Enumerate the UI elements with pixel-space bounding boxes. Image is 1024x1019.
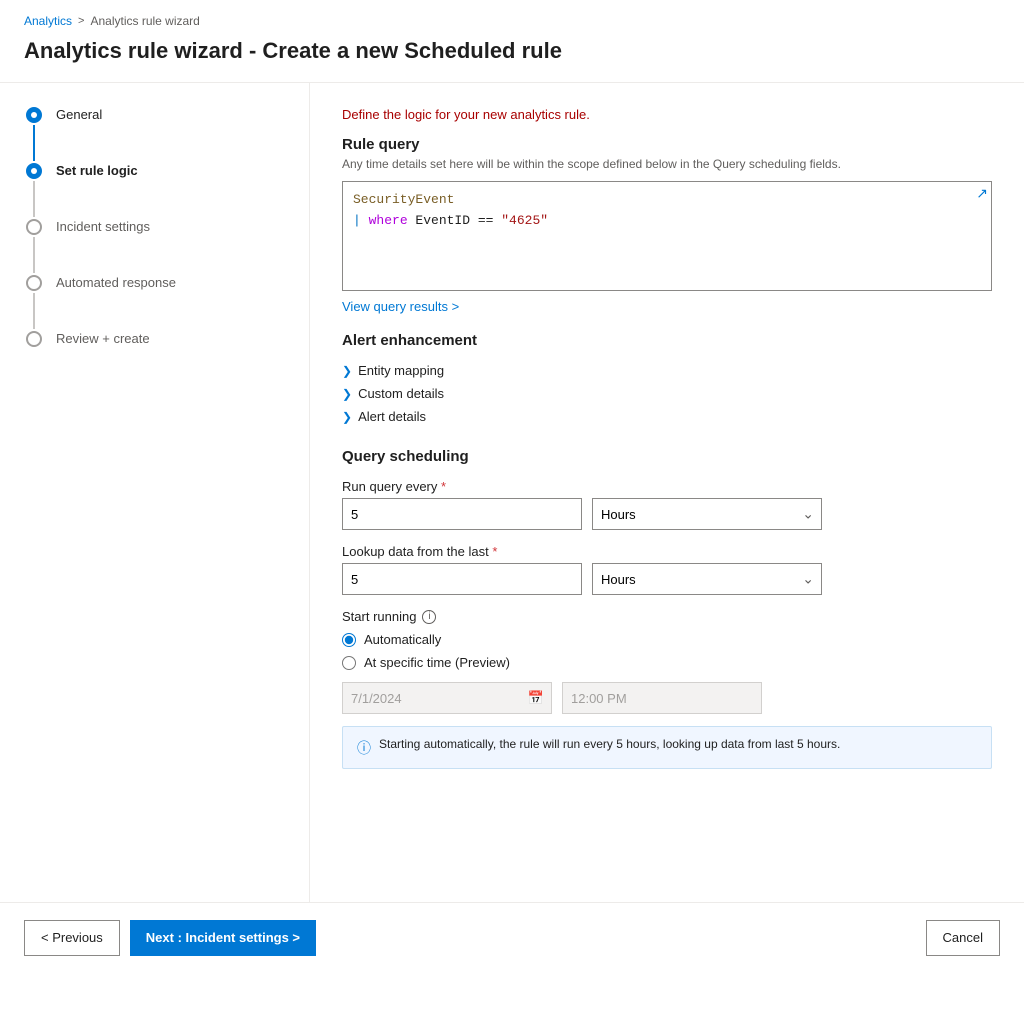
lookup-data-group: Lookup data from the last * Hours Minute…	[342, 544, 992, 595]
wizard-step-set-rule-logic[interactable]: Set rule logic	[24, 163, 285, 219]
step-indicator-rule-logic	[24, 163, 44, 219]
wizard-step-general[interactable]: General	[24, 107, 285, 163]
wizard-step-review[interactable]: Review + create	[24, 331, 285, 348]
info-banner-text: Starting automatically, the rule will ru…	[379, 737, 840, 751]
run-query-unit-wrapper: Hours Minutes Days	[592, 498, 822, 530]
radio-specific-time-label: At specific time (Preview)	[364, 655, 510, 670]
run-query-value-input[interactable]	[342, 498, 582, 530]
step-line-1	[33, 125, 35, 161]
lookup-data-label: Lookup data from the last *	[342, 544, 992, 559]
lookup-data-unit-wrapper: Hours Minutes Days	[592, 563, 822, 595]
calendar-icon: 📅	[528, 690, 544, 706]
step-dot-rule-logic	[26, 163, 42, 179]
entity-mapping-item[interactable]: ❯ Entity mapping	[342, 359, 992, 382]
page-title: Analytics rule wizard - Create a new Sch…	[0, 34, 1024, 82]
radio-group-start-running: Automatically At specific time (Preview)	[342, 632, 992, 670]
alert-details-label: Alert details	[358, 409, 426, 424]
alert-details-item[interactable]: ❯ Alert details	[342, 405, 992, 428]
radio-automatically-input[interactable]	[342, 633, 356, 647]
code-keyword-security: SecurityEvent	[353, 192, 454, 207]
run-query-unit-select[interactable]: Hours Minutes Days	[592, 498, 822, 530]
time-input[interactable]	[562, 682, 762, 714]
date-input[interactable]	[342, 682, 552, 714]
step-dot-inner-2	[31, 168, 37, 174]
step-line-4	[33, 293, 35, 329]
code-editor[interactable]: SecurityEvent | where EventID == "4625"	[342, 181, 992, 291]
wizard-step-incident-settings[interactable]: Incident settings	[24, 219, 285, 275]
chevron-entity: ❯	[342, 364, 352, 378]
chevron-custom: ❯	[342, 387, 352, 401]
view-results-link[interactable]: View query results >	[342, 299, 459, 314]
chevron-alert: ❯	[342, 410, 352, 424]
lookup-data-unit-select[interactable]: Hours Minutes Days	[592, 563, 822, 595]
wizard-step-automated[interactable]: Automated response	[24, 275, 285, 331]
run-query-inputs: Hours Minutes Days	[342, 498, 992, 530]
custom-details-label: Custom details	[358, 386, 444, 401]
define-logic-text: Define the logic for your new analytics …	[342, 107, 992, 122]
footer: < Previous Next : Incident settings > Ca…	[0, 902, 1024, 972]
step-label-review: Review + create	[56, 330, 150, 348]
step-indicator-review	[24, 331, 44, 347]
cancel-button[interactable]: Cancel	[926, 920, 1000, 956]
start-running-label: Start running i	[342, 609, 992, 624]
lookup-data-value-input[interactable]	[342, 563, 582, 595]
step-dot-inner	[31, 112, 37, 118]
sidebar: General Set rule logic Incident settings	[0, 83, 310, 902]
radio-automatically[interactable]: Automatically	[342, 632, 992, 647]
info-banner-icon: ⓘ	[357, 738, 371, 758]
step-dot-incident	[26, 219, 42, 235]
step-line-3	[33, 237, 35, 273]
custom-details-item[interactable]: ❯ Custom details	[342, 382, 992, 405]
step-dot-general	[26, 107, 42, 123]
step-dot-automated	[26, 275, 42, 291]
lookup-data-inputs: Hours Minutes Days	[342, 563, 992, 595]
breadcrumb-analytics[interactable]: Analytics	[24, 14, 72, 28]
content-area: Define the logic for your new analytics …	[310, 83, 1024, 902]
entity-mapping-label: Entity mapping	[358, 363, 444, 378]
code-space: EventID ==	[408, 213, 502, 228]
step-indicator-automated	[24, 275, 44, 331]
code-pipe: |	[353, 213, 369, 228]
step-label-general: General	[56, 106, 102, 124]
breadcrumb: Analytics > Analytics rule wizard	[0, 0, 1024, 34]
breadcrumb-current: Analytics rule wizard	[90, 14, 199, 28]
run-query-required: *	[441, 479, 446, 494]
step-indicator-general	[24, 107, 44, 163]
rule-query-title: Rule query	[342, 136, 992, 153]
radio-automatically-label: Automatically	[364, 632, 441, 647]
date-input-wrapper: 📅	[342, 682, 552, 714]
query-scheduling-title: Query scheduling	[342, 448, 992, 465]
step-label-automated: Automated response	[56, 274, 176, 292]
main-layout: General Set rule logic Incident settings	[0, 83, 1024, 902]
run-query-label: Run query every *	[342, 479, 992, 494]
alert-enhancement-title: Alert enhancement	[342, 332, 992, 349]
radio-specific-time-input[interactable]	[342, 656, 356, 670]
code-line-1: SecurityEvent	[353, 190, 981, 211]
rule-query-subtitle: Any time details set here will be within…	[342, 157, 992, 171]
start-running-info-icon: i	[422, 610, 436, 624]
run-query-group: Run query every * Hours Minutes Days	[342, 479, 992, 530]
expand-icon[interactable]: ↗	[976, 185, 988, 202]
next-button[interactable]: Next : Incident settings >	[130, 920, 316, 956]
step-indicator-incident	[24, 219, 44, 275]
step-label-incident: Incident settings	[56, 218, 150, 236]
breadcrumb-separator: >	[78, 15, 84, 27]
code-where: where	[369, 213, 408, 228]
code-string: "4625"	[501, 213, 548, 228]
info-banner: ⓘ Starting automatically, the rule will …	[342, 726, 992, 769]
query-editor-wrapper: SecurityEvent | where EventID == "4625" …	[342, 181, 992, 291]
previous-button[interactable]: < Previous	[24, 920, 120, 956]
radio-specific-time[interactable]: At specific time (Preview)	[342, 655, 992, 670]
code-line-2: | where EventID == "4625"	[353, 211, 981, 232]
step-line-2	[33, 181, 35, 217]
datetime-row: 📅	[342, 682, 992, 714]
step-label-rule-logic: Set rule logic	[56, 162, 138, 180]
lookup-data-required: *	[492, 544, 497, 559]
step-dot-review	[26, 331, 42, 347]
